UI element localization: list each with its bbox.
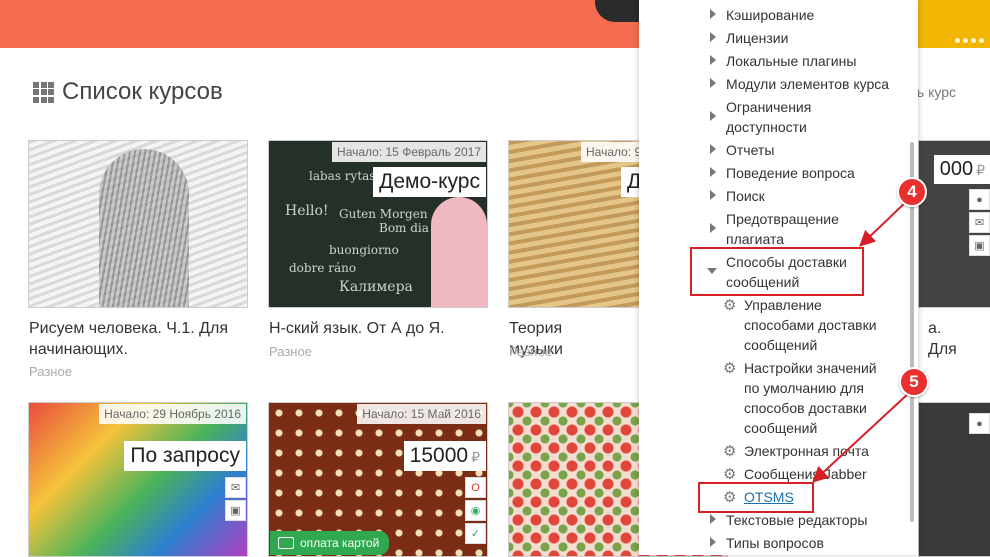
step-badge-4: 4: [897, 177, 927, 207]
annotation-arrows: [812, 199, 911, 483]
step-badge-5: 5: [899, 367, 929, 397]
arrow-step4: [859, 199, 909, 247]
arrow-step5: [812, 391, 911, 483]
